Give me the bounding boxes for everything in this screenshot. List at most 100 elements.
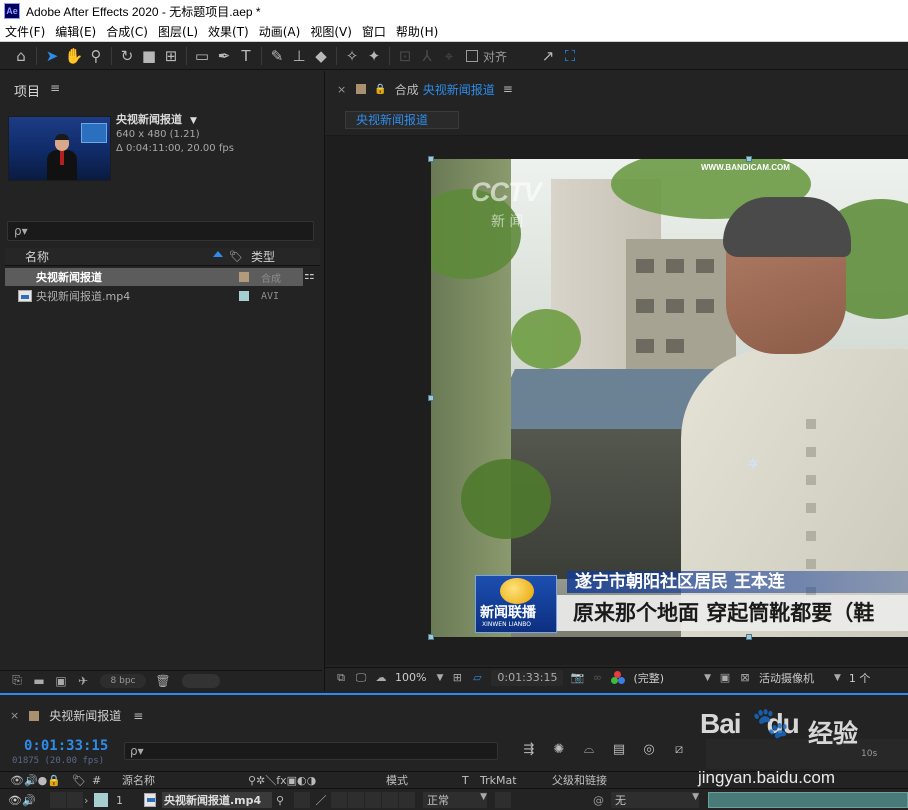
graph-editor-icon[interactable]: ⧄: [664, 742, 694, 757]
lock-icon[interactable]: 🔒: [374, 84, 386, 95]
brush-tool-icon[interactable]: ✎: [266, 45, 288, 67]
transparency-grid-icon[interactable]: ⊠: [735, 671, 755, 684]
label-tag-icon[interactable]: 🏷: [225, 250, 247, 263]
selection-tool-icon[interactable]: ➤: [41, 45, 63, 67]
av-features-icons[interactable]: 👁🔊●🔒: [10, 774, 72, 787]
draft-3d-icon[interactable]: ✺: [544, 742, 574, 757]
switch-box[interactable]: [331, 792, 347, 808]
region-of-interest-icon[interactable]: ▱: [467, 671, 487, 684]
pickwhip-icon[interactable]: @: [593, 794, 611, 807]
source-name-column[interactable]: 源名称: [122, 772, 248, 788]
switch-box[interactable]: [365, 792, 381, 808]
new-folder-icon[interactable]: ▬: [28, 674, 50, 688]
trash-icon[interactable]: 🗑: [152, 674, 174, 688]
clone-stamp-tool-icon[interactable]: ⊥: [288, 45, 310, 67]
menu-help[interactable]: 帮助(H): [391, 23, 443, 40]
switch-box[interactable]: [348, 792, 364, 808]
current-time-display[interactable]: 0:01:33:15: [491, 669, 564, 686]
project-item-comp[interactable]: 央视新闻报道 合成: [5, 268, 356, 354]
mode-column[interactable]: 模式: [386, 772, 462, 788]
pen-tool-icon[interactable]: ✒: [213, 45, 235, 67]
menu-edit[interactable]: 编辑(E): [50, 23, 101, 40]
snapping-toggle[interactable]: 对齐: [466, 48, 507, 65]
always-preview-icon[interactable]: ⧉: [331, 671, 351, 685]
menu-effect[interactable]: 效果(T): [203, 23, 254, 40]
hand-tool-icon[interactable]: ✋: [63, 45, 85, 67]
eraser-tool-icon[interactable]: ◆: [310, 45, 332, 67]
chevron-right-icon[interactable]: ›: [84, 794, 94, 807]
menu-view[interactable]: 视图(V): [305, 23, 357, 40]
zoom-tool-icon[interactable]: ⚲: [85, 45, 107, 67]
mode-dropdown[interactable]: 正常 ▼: [423, 792, 487, 808]
home-icon[interactable]: ⌂: [10, 45, 32, 67]
local-axis-icon[interactable]: ⊡: [394, 45, 416, 67]
layer-source-name[interactable]: 央视新闻报道.mp4: [162, 792, 272, 808]
rotate-tool-icon[interactable]: ↻: [116, 45, 138, 67]
view-axis-icon[interactable]: ⌖: [438, 45, 460, 67]
comp-subtab[interactable]: 央视新闻报道: [345, 111, 459, 129]
menu-composition[interactable]: 合成(C): [101, 23, 153, 40]
lock-toggle[interactable]: [67, 792, 83, 808]
safe-margins-icon[interactable]: ⊞: [447, 671, 467, 684]
composition-viewer[interactable]: CCTV 新 闻 WWW.BANDICAM.COM 遂宁市朝阳社区居民 王本连 …: [325, 135, 908, 665]
transform-handle[interactable]: [746, 634, 752, 640]
panel-menu-icon[interactable]: ≡: [503, 82, 513, 96]
close-icon[interactable]: ×: [10, 709, 19, 722]
menu-file[interactable]: 文件(F): [0, 23, 50, 40]
time-ruler[interactable]: 10s: [706, 739, 908, 769]
visibility-icon[interactable]: 👁🔊: [8, 794, 50, 807]
monitor-icon[interactable]: 🖵: [351, 671, 371, 685]
fast-previews-icon[interactable]: ▣: [715, 671, 735, 684]
switch-box[interactable]: [294, 792, 310, 808]
timeline-timecode[interactable]: 0:01:33:15: [24, 738, 108, 754]
close-icon[interactable]: ×: [337, 83, 346, 96]
parent-column[interactable]: 父级和链接: [552, 772, 672, 788]
camera-tool-icon[interactable]: ■: [138, 45, 160, 67]
project-panel-title[interactable]: 项目: [14, 81, 40, 100]
transform-handle[interactable]: [746, 156, 752, 162]
snapping-checkbox[interactable]: [466, 50, 478, 62]
frame-blending-icon[interactable]: ▤: [604, 742, 634, 757]
project-search-input[interactable]: ρ▾: [7, 221, 314, 241]
caret-down-icon[interactable]: ▼: [190, 116, 197, 126]
transform-handle[interactable]: [428, 156, 434, 162]
type-column-header[interactable]: 类型: [247, 248, 275, 265]
trkmat-box[interactable]: [495, 792, 511, 808]
solo-toggle[interactable]: [50, 792, 66, 808]
adjust-settings-icon[interactable]: ✈: [72, 674, 94, 688]
thumbnail-size-slider[interactable]: [182, 673, 220, 688]
label-color-swatch[interactable]: [239, 291, 249, 301]
rectangle-tool-icon[interactable]: ▭: [191, 45, 213, 67]
views-dropdown[interactable]: 1 个: [849, 670, 871, 686]
quality-icon[interactable]: ／: [311, 792, 331, 808]
transform-handle[interactable]: [428, 395, 434, 401]
bit-depth-button[interactable]: 8 bpc: [100, 673, 146, 688]
switch-box[interactable]: [399, 792, 415, 808]
layer-duration-bar[interactable]: [708, 792, 908, 808]
switch-box[interactable]: [382, 792, 398, 808]
menu-window[interactable]: 窗口: [357, 23, 391, 40]
name-column-header[interactable]: 名称: [5, 248, 225, 265]
composition-tab[interactable]: × 🔒 合成 央视新闻报道 ≡: [325, 79, 908, 99]
timeline-tab[interactable]: × 央视新闻报道 ≡: [10, 707, 143, 724]
new-composition-icon[interactable]: ▣: [50, 674, 72, 688]
mask-visibility-icon[interactable]: ☁: [371, 671, 391, 684]
world-axis-icon[interactable]: ⅄: [416, 45, 438, 67]
show-snapshot-icon[interactable]: ∞: [587, 671, 607, 684]
resolution-dropdown[interactable]: (完整) ▼: [633, 670, 711, 686]
camera-dropdown[interactable]: 活动摄像机 ▼: [759, 670, 841, 686]
flowchart-icon[interactable]: ⚏: [304, 268, 315, 282]
roto-brush-tool-icon[interactable]: ✧: [341, 45, 363, 67]
snap-target-icon[interactable]: ⛶: [559, 45, 581, 67]
parent-dropdown[interactable]: 无 ▼: [611, 792, 699, 808]
interpret-footage-icon[interactable]: ⎘: [6, 673, 28, 688]
transform-handle[interactable]: [428, 634, 434, 640]
snap-options-icon[interactable]: ↗: [537, 45, 559, 67]
anchor-point-icon[interactable]: ✲: [746, 458, 760, 472]
project-item-footage[interactable]: 央视新闻报道.mp4 AVI: [5, 287, 303, 305]
type-tool-icon[interactable]: T: [235, 45, 257, 67]
pan-behind-tool-icon[interactable]: ⊞: [160, 45, 182, 67]
channels-icon[interactable]: [611, 670, 626, 685]
trkmat-column[interactable]: TrkMat: [480, 774, 552, 787]
label-color-swatch[interactable]: [239, 272, 249, 282]
